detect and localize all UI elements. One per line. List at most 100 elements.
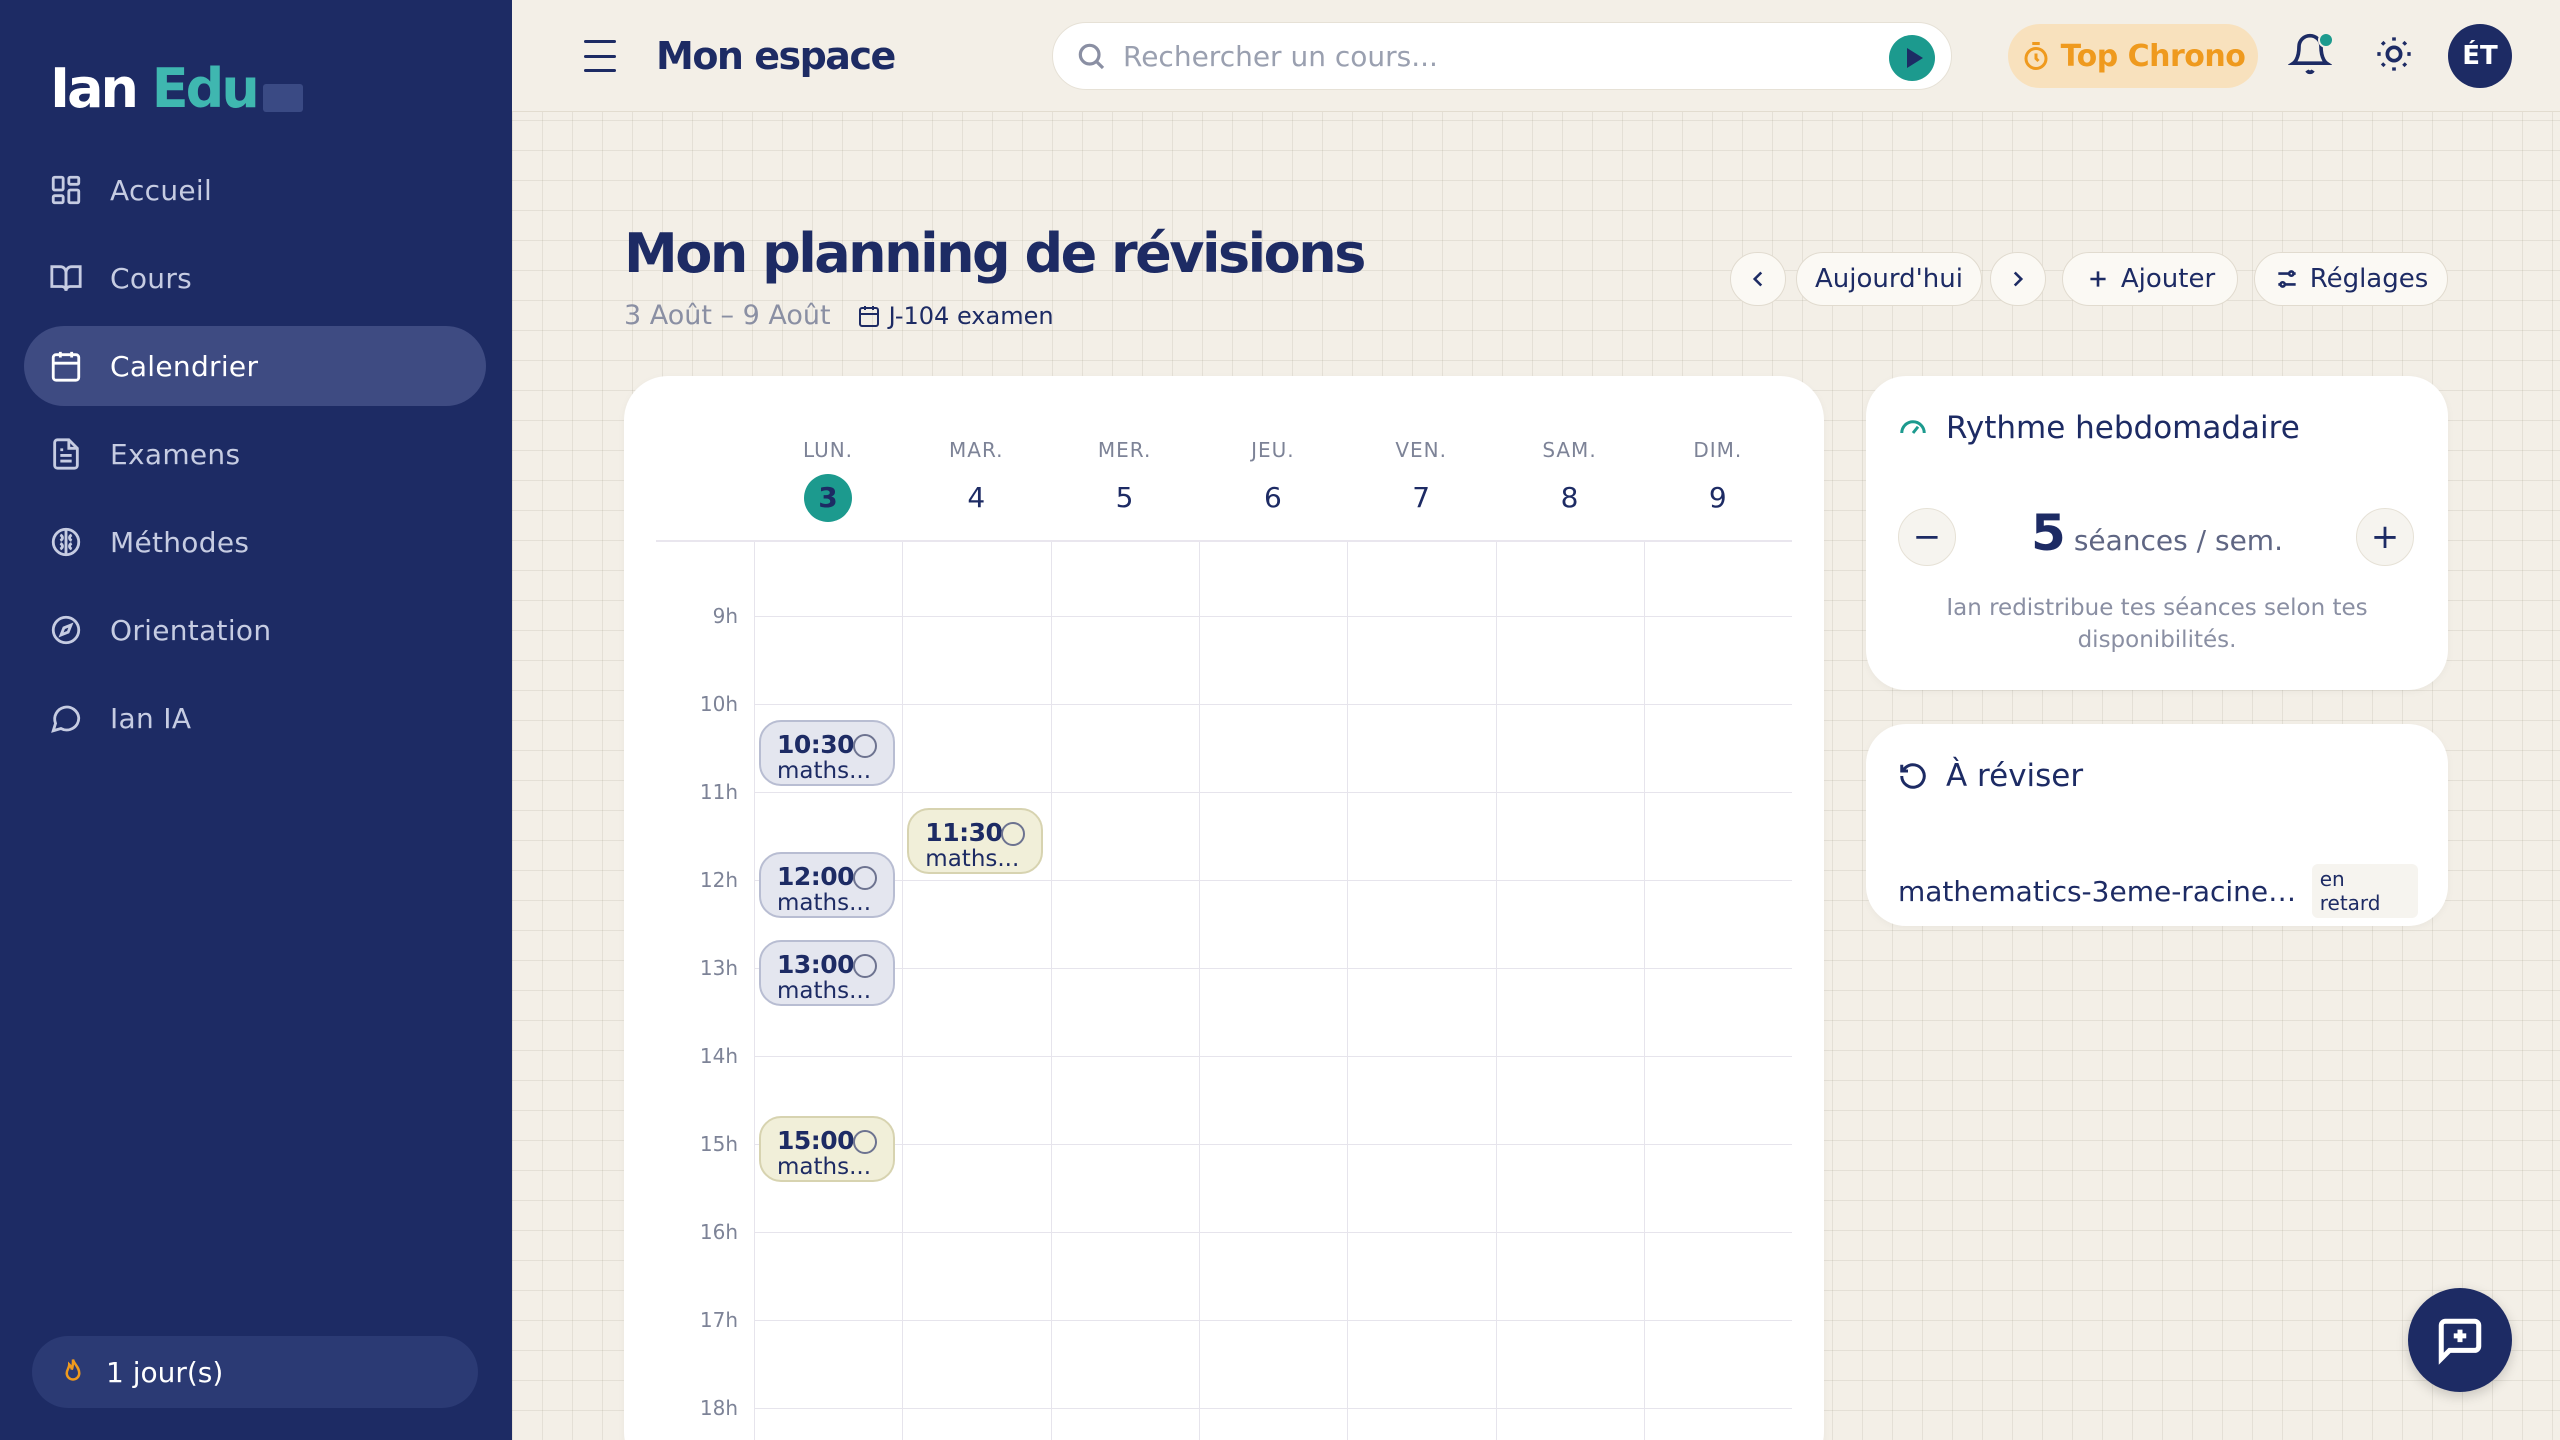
dashboard-icon [48,172,84,208]
hour-gridline [754,704,1792,705]
brain-icon [48,524,84,560]
compass-icon [48,612,84,648]
settings-button[interactable]: Réglages [2254,252,2448,306]
increase-sessions-button[interactable]: + [2356,508,2414,566]
event-title: maths... [777,1154,872,1180]
sidebar-item-orientation[interactable]: Orientation [24,590,486,670]
sidebar-item-calendrier[interactable]: Calendrier [24,326,486,406]
calendar-event[interactable]: 11:30 maths... [907,808,1044,874]
workspace-title: Mon espace [656,34,896,78]
avatar[interactable]: ÉT [2448,24,2512,88]
day-name: SAM. [1542,438,1597,462]
hour-gridline [754,792,1792,793]
hour-label: 12h [699,868,738,892]
sidebar-item-label: Ian IA [110,701,192,735]
week-calendar: LUN.3MAR.4MER.5JEU.6VEN.7SAM.8DIM.9 8h9h… [624,376,1824,1440]
plus-icon: + [2370,517,2400,557]
book-icon [48,260,84,296]
event-complete-checkbox[interactable] [853,954,877,978]
event-complete-checkbox[interactable] [853,1130,877,1154]
chat-fab-button[interactable] [2408,1288,2512,1392]
day-column-divider [754,542,755,1440]
calendar-small-icon [858,305,879,327]
sidebar-item-cours[interactable]: Cours [24,238,486,318]
hour-gridline [754,1408,1792,1409]
event-title: maths... [777,758,872,784]
sidebar-item-label: Examens [110,437,241,471]
sidebar-item-label: Accueil [110,173,213,207]
sidebar-item-ian-ia[interactable]: Ian IA [24,678,486,758]
notifications-button[interactable] [2287,32,2336,80]
sidebar-item-label: Calendrier [110,349,259,383]
streak-badge[interactable]: 1 jour(s) [32,1336,478,1408]
day-column-divider [1198,542,1200,1440]
calendar-event[interactable]: 13:00 maths... [759,940,895,1006]
week-subline: 3 Août – 9 Août J-104 examen [624,300,1054,331]
sidebar-item-label: Cours [110,261,193,295]
exam-countdown-label: J-104 examen [888,301,1054,330]
calendar-event[interactable]: 15:00 maths... [759,1116,895,1182]
review-item[interactable]: mathematics-3eme-racines-... en retard [1898,864,2418,918]
menu-toggle-button[interactable] [580,36,620,76]
hour-label: 15h [699,1132,738,1156]
day-number: 5 [1115,481,1134,514]
chevron-right-icon [2013,271,2024,287]
sidebar-item-label: Orientation [110,613,272,647]
day-header[interactable]: MAR. 4 [902,438,1050,522]
sun-icon [2377,37,2411,71]
chevron-left-icon [1752,271,1763,287]
flame-icon [65,1359,81,1381]
day-header[interactable]: DIM. 9 [1644,438,1792,522]
prev-week-button[interactable] [1730,252,1786,306]
search-icon [1078,43,1105,70]
top-chrono-button[interactable]: Top Chrono [2008,24,2258,88]
play-icon [1906,48,1923,68]
sidebar-item-examens[interactable]: Examens [24,414,486,494]
sidebar-item-methodes[interactable]: Méthodes [24,502,486,582]
hour-label: 14h [699,1044,738,1068]
page-title: Mon planning de révisions [624,222,1366,285]
today-button[interactable]: Aujourd'hui [1796,252,1982,306]
hour-gridline [754,968,1792,969]
day-header[interactable]: JEU. 6 [1199,438,1347,522]
day-header[interactable]: LUN. 3 [754,438,902,522]
hour-label: 9h [712,604,738,628]
sidebar: Ian Edu Accueil Cours Calendrier Examens… [0,0,512,1440]
event-complete-checkbox[interactable] [853,734,877,758]
sidebar-item-accueil[interactable]: Accueil [24,150,486,230]
gauge-icon [1900,420,1926,434]
day-header[interactable]: SAM. 8 [1496,438,1644,522]
day-header[interactable]: VEN. 7 [1347,438,1495,522]
logo[interactable]: Ian Edu [50,56,303,116]
day-column-divider [1643,542,1645,1440]
review-item-name: mathematics-3eme-racines-... [1898,874,2300,908]
search-input[interactable] [1123,39,1863,73]
day-number: 7 [1412,481,1431,514]
logo-badge [262,84,303,112]
calendar-event[interactable]: 10:30 maths... [759,720,895,786]
rhythm-note: Ian redistribue tes séances selon tes di… [1946,595,2368,653]
hour-label: 13h [699,956,738,980]
sliders-icon [2278,270,2296,288]
search-bar[interactable] [1052,22,1952,90]
day-name: DIM. [1693,438,1743,462]
calendar-icon [48,348,84,384]
play-button[interactable] [1889,35,1935,81]
theme-toggle-button[interactable] [2374,34,2418,78]
hour-gridline [754,1232,1792,1233]
next-week-button[interactable] [1990,252,2046,306]
day-name: MAR. [949,438,1004,462]
stopwatch-icon [2024,42,2048,70]
day-column-divider [1050,542,1052,1440]
day-header[interactable]: MER. 5 [1051,438,1199,522]
event-title: maths... [777,978,872,1004]
calendar-event[interactable]: 12:00 maths... [759,852,895,918]
add-button[interactable]: Ajouter [2062,252,2238,306]
hour-gridline [754,1056,1792,1057]
rhythm-panel: Rythme hebdomadaire − 5 séances / sem. + … [1866,376,2448,690]
event-complete-checkbox[interactable] [853,866,877,890]
day-column-divider [902,542,904,1440]
review-panel: À réviser mathematics-3eme-racines-... e… [1866,724,2448,926]
top-bar: Mon espace Top Chrono ÉT [512,0,2560,112]
plus-icon [2090,271,2106,287]
